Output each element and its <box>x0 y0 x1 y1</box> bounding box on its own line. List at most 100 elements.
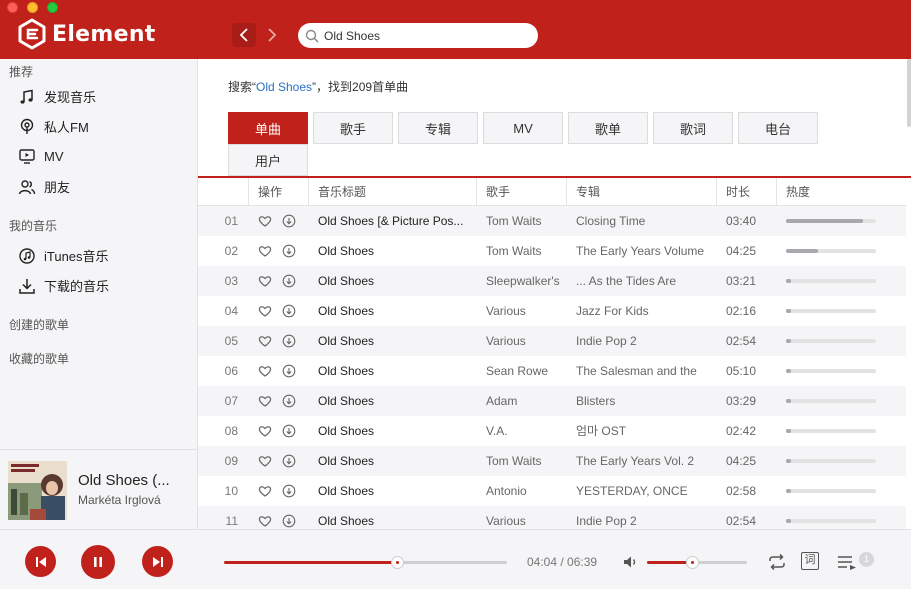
volume-slider[interactable] <box>647 556 747 569</box>
album-cover[interactable] <box>8 461 67 520</box>
track-artist[interactable]: V.A. <box>486 416 566 446</box>
like-heart-icon[interactable] <box>258 394 272 408</box>
download-circle-icon[interactable] <box>282 244 296 258</box>
track-title[interactable]: Old Shoes <box>318 266 470 296</box>
header-duration[interactable]: 时长 <box>716 178 776 206</box>
tab-users[interactable]: 用户 <box>228 144 308 176</box>
track-artist[interactable]: Sean Rowe <box>486 356 566 386</box>
download-circle-icon[interactable] <box>282 424 296 438</box>
volume-handle[interactable] <box>686 556 699 569</box>
table-row[interactable]: 07 Old Shoes Adam Blisters 03:29 <box>198 386 906 416</box>
track-album[interactable]: 엄마 OST <box>576 416 711 446</box>
track-title[interactable]: Old Shoes <box>318 296 470 326</box>
download-circle-icon[interactable] <box>282 364 296 378</box>
result-keyword[interactable]: Old Shoes <box>256 80 312 94</box>
track-title[interactable]: Old Shoes <box>318 356 470 386</box>
sidebar-item-downloads[interactable]: 下载的音乐 <box>18 276 109 295</box>
sidebar-item-mv[interactable]: MV <box>18 147 64 165</box>
table-row[interactable]: 04 Old Shoes Various Jazz For Kids 02:16 <box>198 296 906 326</box>
track-artist[interactable]: Adam <box>486 386 566 416</box>
header-heat[interactable]: 热度 <box>776 178 906 206</box>
like-heart-icon[interactable] <box>258 244 272 258</box>
download-circle-icon[interactable] <box>282 304 296 318</box>
download-circle-icon[interactable] <box>282 484 296 498</box>
like-heart-icon[interactable] <box>258 334 272 348</box>
track-album[interactable]: Closing Time <box>576 206 711 236</box>
track-album[interactable]: The Early Years Vol. 2 <box>576 446 711 476</box>
track-artist[interactable]: Tom Waits <box>486 446 566 476</box>
track-title[interactable]: Old Shoes <box>318 416 470 446</box>
download-circle-icon[interactable] <box>282 334 296 348</box>
table-row[interactable]: 03 Old Shoes Sleepwalker's ... As the Tides… <box>198 266 906 296</box>
like-heart-icon[interactable] <box>258 274 272 288</box>
table-row[interactable]: 10 Old Shoes Antonio YESTERDAY, ONCE 02:58 <box>198 476 906 506</box>
header-artist[interactable]: 歌手 <box>476 178 566 206</box>
sidebar-item-friends[interactable]: 朋友 <box>18 177 70 196</box>
download-circle-icon[interactable] <box>282 514 296 528</box>
track-artist[interactable]: Various <box>486 326 566 356</box>
download-circle-icon[interactable] <box>282 394 296 408</box>
previous-button[interactable] <box>25 546 56 577</box>
sidebar-item-fm[interactable]: 私人FM <box>18 117 89 136</box>
table-row[interactable]: 02 Old Shoes Tom Waits The Early Years Volu… <box>198 236 906 266</box>
scrollbar[interactable] <box>907 59 911 127</box>
table-row[interactable]: 09 Old Shoes Tom Waits The Early Years Vol.… <box>198 446 906 476</box>
track-title[interactable]: Old Shoes <box>318 446 470 476</box>
tab-songs[interactable]: 单曲 <box>228 112 308 144</box>
track-album[interactable]: Jazz For Kids <box>576 296 711 326</box>
table-row[interactable]: 05 Old Shoes Various Indie Pop 2 02:54 <box>198 326 906 356</box>
next-button[interactable] <box>142 546 173 577</box>
track-artist[interactable]: Tom Waits <box>486 236 566 266</box>
like-heart-icon[interactable] <box>258 214 272 228</box>
track-title[interactable]: Old Shoes <box>318 386 470 416</box>
tab-mv[interactable]: MV <box>483 112 563 144</box>
track-title[interactable]: Old Shoes <box>318 236 470 266</box>
track-artist[interactable]: Various <box>486 296 566 326</box>
table-row[interactable]: 01 Old Shoes [& Picture Pos... Tom Waits Cl… <box>198 206 906 236</box>
tab-radio[interactable]: 电台 <box>738 112 818 144</box>
progress-slider[interactable] <box>224 556 507 569</box>
like-heart-icon[interactable] <box>258 364 272 378</box>
search-box[interactable] <box>298 23 538 48</box>
volume-icon[interactable] <box>621 552 641 572</box>
lyrics-button[interactable]: 词 <box>801 552 819 570</box>
window-minimize-button[interactable] <box>27 2 38 13</box>
tab-artists[interactable]: 歌手 <box>313 112 393 144</box>
track-album[interactable]: Indie Pop 2 <box>576 326 711 356</box>
progress-handle[interactable] <box>390 556 404 569</box>
track-album[interactable]: The Early Years Volume <box>576 236 711 266</box>
now-playing-panel[interactable]: Old Shoes (... Markéta Irglová <box>0 449 197 529</box>
track-artist[interactable]: Antonio <box>486 476 566 506</box>
track-album[interactable]: ... As the Tides Are <box>576 266 711 296</box>
window-maximize-button[interactable] <box>47 2 58 13</box>
like-heart-icon[interactable] <box>258 484 272 498</box>
sidebar-item-discover[interactable]: 发现音乐 <box>18 87 96 106</box>
track-title[interactable]: Old Shoes [& Picture Pos... <box>318 206 470 236</box>
sidebar-section-collected-playlists[interactable]: 收藏的歌单 <box>9 350 69 367</box>
sidebar-section-created-playlists[interactable]: 创建的歌单 <box>9 316 69 333</box>
sidebar-item-itunes[interactable]: iTunes音乐 <box>18 246 109 265</box>
tab-playlists[interactable]: 歌单 <box>568 112 648 144</box>
playlist-queue-icon[interactable] <box>836 552 858 572</box>
like-heart-icon[interactable] <box>258 424 272 438</box>
track-title[interactable]: Old Shoes <box>318 506 470 529</box>
download-circle-icon[interactable] <box>282 274 296 288</box>
tab-albums[interactable]: 专辑 <box>398 112 478 144</box>
header-album[interactable]: 专辑 <box>566 178 716 206</box>
forward-button[interactable] <box>260 23 284 47</box>
repeat-icon[interactable] <box>767 552 787 572</box>
header-title[interactable]: 音乐标题 <box>308 178 476 206</box>
like-heart-icon[interactable] <box>258 454 272 468</box>
table-row[interactable]: 11 Old Shoes Various Indie Pop 2 02:54 <box>198 506 906 529</box>
track-album[interactable]: Indie Pop 2 <box>576 506 711 529</box>
track-artist[interactable]: Tom Waits <box>486 206 566 236</box>
tab-lyrics[interactable]: 歌词 <box>653 112 733 144</box>
like-heart-icon[interactable] <box>258 304 272 318</box>
search-input[interactable] <box>324 28 524 43</box>
back-button[interactable] <box>232 23 256 47</box>
table-row[interactable]: 06 Old Shoes Sean Rowe The Salesman and the… <box>198 356 906 386</box>
track-title[interactable]: Old Shoes <box>318 326 470 356</box>
window-close-button[interactable] <box>7 2 18 13</box>
like-heart-icon[interactable] <box>258 514 272 528</box>
track-artist[interactable]: Various <box>486 506 566 529</box>
